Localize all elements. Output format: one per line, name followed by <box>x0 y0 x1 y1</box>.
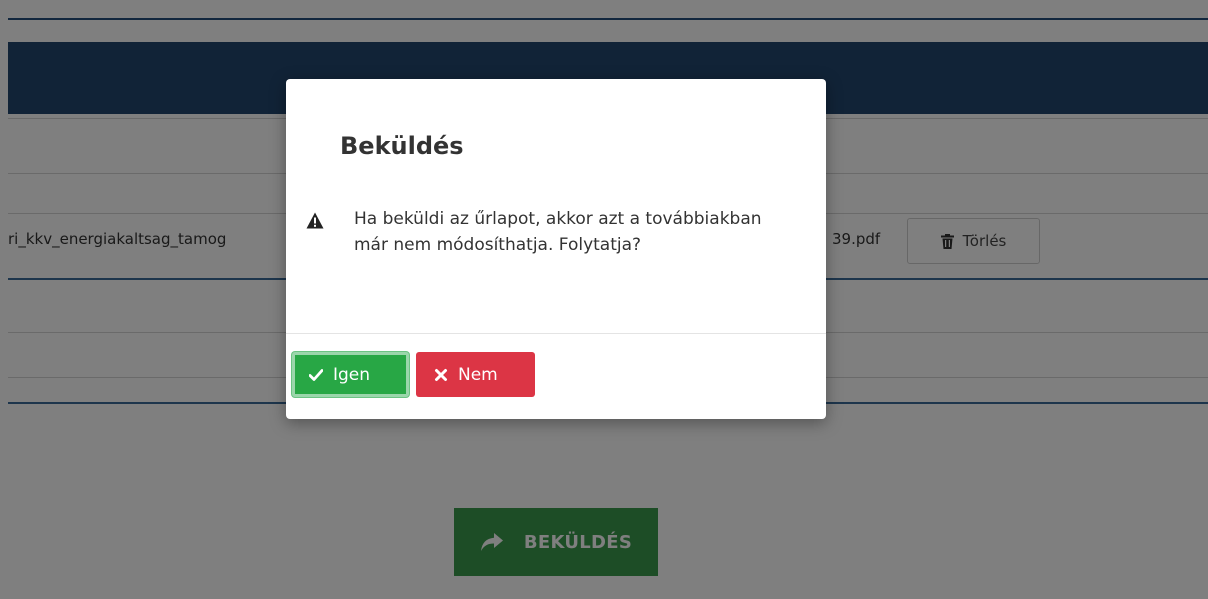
dialog-footer-divider <box>286 333 826 334</box>
no-button-label: Nem <box>458 364 498 385</box>
no-button[interactable]: Nem <box>416 352 535 397</box>
dialog-message: Ha beküldi az űrlapot, akkor azt a továb… <box>354 209 762 255</box>
confirm-dialog: Beküldés Ha beküldi az űrlapot, akkor az… <box>286 79 826 419</box>
warning-icon <box>306 212 324 229</box>
yes-button[interactable]: Igen <box>292 352 409 397</box>
dialog-title: Beküldés <box>340 132 464 160</box>
times-icon <box>435 368 447 381</box>
yes-button-label: Igen <box>333 364 371 385</box>
check-icon <box>309 368 323 381</box>
